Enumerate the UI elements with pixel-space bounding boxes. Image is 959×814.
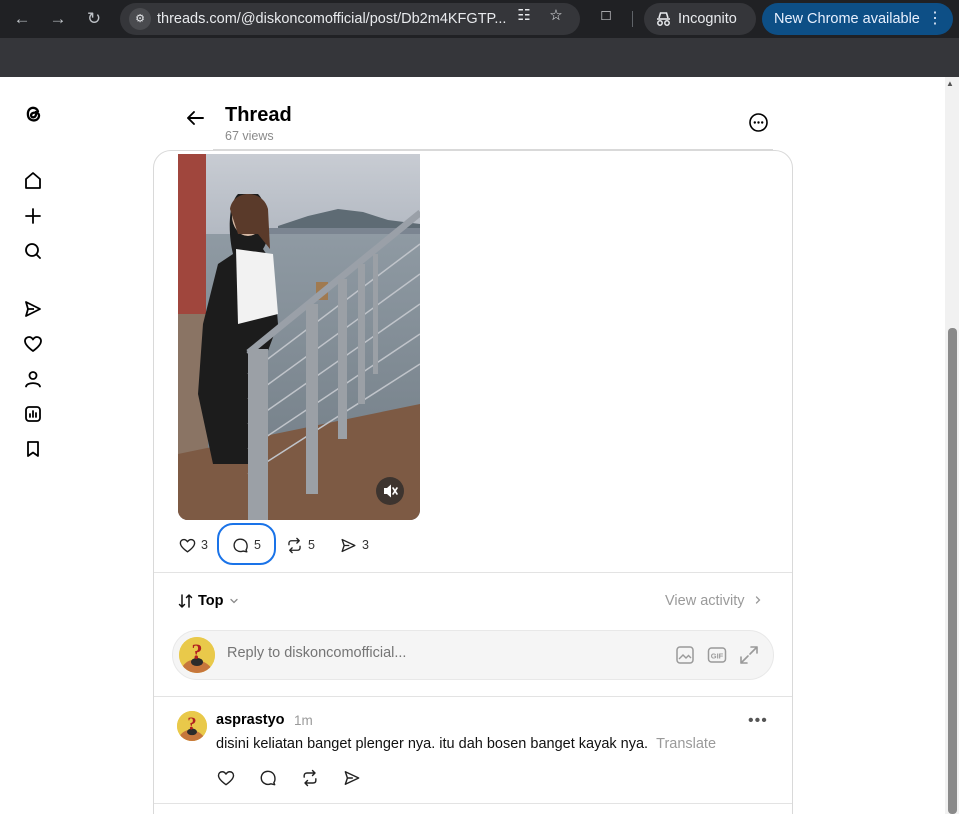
translate-icon[interactable]: ☷ bbox=[514, 6, 534, 26]
incognito-badge[interactable]: Incognito bbox=[644, 3, 756, 35]
send-icon[interactable] bbox=[21, 297, 45, 321]
chevron-down-icon bbox=[229, 598, 238, 604]
extensions-icon[interactable]: □ bbox=[596, 6, 616, 26]
comment-avatar[interactable]: ? bbox=[177, 711, 207, 741]
svg-text:?: ? bbox=[187, 713, 196, 733]
avatar: ? bbox=[179, 637, 215, 673]
bookmark-star-icon[interactable]: ☆ bbox=[546, 6, 566, 26]
share-button[interactable]: 3 bbox=[339, 534, 369, 556]
heart-outline-icon bbox=[179, 538, 196, 553]
comment-username[interactable]: asprastyo bbox=[216, 712, 285, 728]
comment-text: disini keliatan banget plenger nya. itu … bbox=[216, 736, 716, 752]
bookmark-icon[interactable] bbox=[21, 437, 45, 461]
comment-count: 5 bbox=[254, 538, 261, 552]
view-activity-label: View activity bbox=[665, 593, 745, 609]
new-chrome-button[interactable]: New Chrome available ⋮ bbox=[762, 3, 953, 35]
url-text: threads.com/@diskoncomofficial/post/Db2m… bbox=[157, 11, 507, 27]
sort-icon bbox=[178, 594, 193, 608]
home-icon[interactable] bbox=[21, 169, 45, 193]
address-bar[interactable]: ⚙ threads.com/@diskoncomofficial/post/Db… bbox=[120, 3, 580, 35]
post-video[interactable] bbox=[178, 154, 420, 520]
insights-icon[interactable] bbox=[21, 402, 45, 426]
create-icon[interactable] bbox=[21, 204, 45, 228]
page-title: Thread bbox=[225, 104, 292, 126]
scrollbar-thumb[interactable] bbox=[948, 328, 957, 814]
back-nav-icon[interactable]: ← bbox=[11, 8, 33, 30]
site-info-icon[interactable]: ⚙ bbox=[129, 8, 151, 30]
profile-icon[interactable] bbox=[21, 367, 45, 391]
like-count: 3 bbox=[201, 538, 208, 552]
heart-icon[interactable] bbox=[21, 332, 45, 356]
comment-bubble-icon bbox=[233, 538, 248, 553]
reply-input[interactable] bbox=[227, 645, 657, 661]
repost-icon bbox=[288, 537, 301, 553]
image-attach-icon[interactable] bbox=[674, 644, 696, 666]
svg-text:GIF: GIF bbox=[711, 652, 724, 661]
toolbar-divider bbox=[632, 11, 633, 27]
threads-logo-icon[interactable] bbox=[21, 102, 45, 126]
comment-more-icon[interactable]: ••• bbox=[748, 712, 768, 730]
comment-like-icon[interactable] bbox=[216, 768, 236, 788]
expand-icon[interactable] bbox=[738, 644, 760, 666]
view-activity-link[interactable]: View activity bbox=[665, 593, 763, 609]
view-count: 67 views bbox=[225, 129, 274, 143]
like-button[interactable]: 3 bbox=[178, 534, 208, 556]
forward-nav-icon[interactable]: → bbox=[47, 8, 69, 30]
share-send-icon bbox=[341, 538, 356, 552]
browser-toolbar: ← → ↻ ⚙ threads.com/@diskoncomofficial/p… bbox=[0, 0, 959, 38]
sort-label: Top bbox=[198, 593, 224, 609]
chevron-right-icon bbox=[755, 596, 760, 604]
comment-reply-icon[interactable] bbox=[258, 768, 278, 788]
sort-dropdown[interactable]: Top bbox=[178, 593, 240, 609]
comment-share-icon[interactable] bbox=[342, 768, 362, 788]
avatar-question-icon: ? bbox=[177, 711, 207, 741]
repost-button[interactable]: 5 bbox=[285, 534, 315, 556]
reload-icon[interactable]: ↻ bbox=[83, 8, 105, 30]
reply-divider bbox=[154, 696, 792, 697]
avatar-question-icon: ? bbox=[179, 637, 215, 673]
comment-button[interactable]: 5 bbox=[231, 534, 261, 556]
update-label: New Chrome available bbox=[774, 11, 920, 27]
search-icon[interactable] bbox=[21, 239, 45, 263]
svg-text:?: ? bbox=[192, 639, 203, 664]
more-options-icon[interactable] bbox=[748, 112, 769, 133]
comment-time: 1m bbox=[294, 713, 313, 728]
browser-strip bbox=[0, 38, 959, 77]
comment-repost-icon[interactable] bbox=[300, 768, 320, 788]
chrome-menu-icon[interactable]: ⋮ bbox=[927, 3, 943, 35]
actions-divider bbox=[154, 572, 792, 573]
mute-icon[interactable] bbox=[376, 477, 404, 505]
translate-link[interactable]: Translate bbox=[656, 736, 716, 752]
incognito-icon bbox=[657, 12, 670, 26]
comment-divider bbox=[154, 803, 792, 804]
comment-body: disini keliatan banget plenger nya. itu … bbox=[216, 736, 649, 752]
incognito-label: Incognito bbox=[678, 11, 737, 27]
header-divider bbox=[213, 149, 773, 150]
gif-icon[interactable]: GIF bbox=[706, 644, 728, 666]
back-arrow-icon[interactable] bbox=[183, 106, 207, 130]
repost-count: 5 bbox=[308, 538, 315, 552]
share-count: 3 bbox=[362, 538, 369, 552]
scroll-up-arrow-icon[interactable]: ▲ bbox=[946, 79, 954, 88]
